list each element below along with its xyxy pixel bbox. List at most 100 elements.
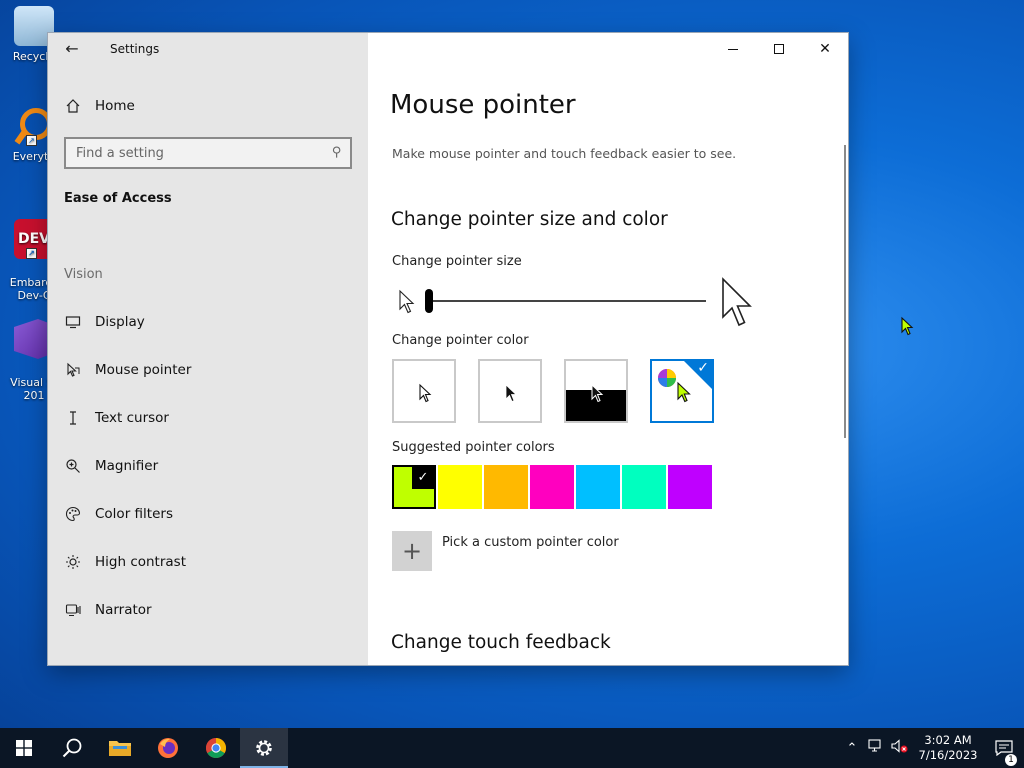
sidebar-item-home[interactable]: Home — [48, 86, 368, 126]
add-custom-color-button[interactable]: + — [392, 531, 432, 571]
clock[interactable]: 3:02 AM 7/16/2023 — [912, 733, 984, 763]
sidebar-item-high-contrast[interactable]: High contrast — [48, 542, 368, 582]
chevron-up-icon[interactable]: ⌃ — [840, 741, 864, 756]
palette-icon — [64, 505, 82, 523]
text-cursor-icon — [64, 409, 82, 427]
sidebar: ← Settings Home ⚲ Ease of Access Vision … — [48, 33, 368, 665]
sidebar-item-label: Mouse pointer — [95, 362, 192, 378]
sidebar-item-magnifier[interactable]: Magnifier — [48, 446, 368, 486]
shortcut-arrow-icon: ↗ — [26, 135, 37, 146]
color-wheel-icon — [658, 369, 676, 387]
shortcut-arrow-icon: ↗ — [26, 248, 37, 259]
pointer-size-label: Change pointer size — [392, 254, 522, 269]
gear-icon — [256, 740, 272, 756]
small-pointer-icon — [399, 289, 415, 314]
system-tray: ⌃ 3:02 AM 7/16/2023 1 — [840, 728, 1024, 768]
magnifier-icon — [64, 457, 82, 475]
narrator-icon — [64, 601, 82, 619]
section-title: Ease of Access — [64, 191, 172, 206]
search-icon — [62, 738, 82, 758]
group-label-vision: Vision — [64, 267, 103, 282]
suggested-color-swatch[interactable] — [530, 465, 574, 509]
chrome-icon — [206, 738, 226, 758]
maximize-icon — [774, 44, 784, 54]
suggested-color-swatch[interactable]: ✓ — [392, 465, 436, 509]
start-button[interactable] — [0, 728, 48, 768]
home-icon — [64, 97, 82, 115]
pointer-size-slider-track[interactable] — [426, 300, 706, 302]
page-title: Mouse pointer — [390, 90, 576, 120]
black-pointer-icon — [505, 384, 518, 403]
maximize-button[interactable] — [756, 33, 802, 65]
taskbar-settings[interactable] — [240, 728, 288, 768]
suggested-color-swatch[interactable] — [576, 465, 620, 509]
desktop-mouse-cursor — [901, 316, 914, 336]
close-button[interactable]: ✕ — [802, 33, 848, 65]
pointer-color-custom[interactable]: ✓ — [650, 359, 714, 423]
suggested-color-swatch[interactable] — [622, 465, 666, 509]
firefox-icon — [158, 738, 178, 758]
sidebar-item-label: High contrast — [95, 554, 186, 570]
content-pane: ✕ Mouse pointer Make mouse pointer and t… — [368, 33, 848, 665]
white-pointer-icon — [419, 383, 432, 403]
suggested-color-swatch[interactable] — [668, 465, 712, 509]
sidebar-item-display[interactable]: Display — [48, 302, 368, 342]
app-title: Settings — [110, 42, 160, 56]
sidebar-item-label: Home — [95, 98, 135, 114]
large-pointer-icon — [722, 277, 752, 327]
sidebar-item-label: Display — [95, 314, 145, 330]
close-icon: ✕ — [819, 41, 831, 57]
sidebar-item-narrator[interactable]: Narrator — [48, 590, 368, 630]
sidebar-item-label: Narrator — [95, 602, 152, 618]
search-box[interactable]: ⚲ — [64, 137, 352, 169]
suggested-color-swatch[interactable] — [484, 465, 528, 509]
plus-icon: + — [401, 537, 423, 565]
checkmark-icon: ✓ — [412, 467, 434, 489]
suggested-colors-label: Suggested pointer colors — [392, 440, 555, 455]
settings-window: ← Settings Home ⚲ Ease of Access Vision … — [48, 33, 848, 665]
sidebar-item-text-cursor[interactable]: Text cursor — [48, 398, 368, 438]
suggested-color-swatches: ✓ — [392, 465, 714, 509]
taskbar-search-button[interactable] — [48, 728, 96, 768]
back-button[interactable]: ← — [60, 39, 84, 59]
search-input[interactable] — [66, 139, 306, 167]
suggested-color-swatch[interactable] — [438, 465, 482, 509]
pointer-size-slider-thumb[interactable] — [425, 289, 433, 313]
pointer-color-black[interactable] — [478, 359, 542, 423]
folder-icon — [109, 741, 131, 756]
minimize-button[interactable] — [710, 33, 756, 65]
caption-buttons: ✕ — [710, 33, 848, 65]
monitor-icon — [64, 313, 82, 331]
volume-muted-icon[interactable] — [888, 739, 912, 757]
scrollbar[interactable] — [844, 145, 846, 438]
action-center-button[interactable]: 1 — [984, 740, 1024, 766]
clock-time: 3:02 AM — [924, 733, 972, 747]
pointer-color-inverted[interactable] — [564, 359, 628, 423]
titlebar: ← Settings — [48, 33, 368, 65]
notification-badge: 1 — [1005, 754, 1017, 766]
pointer-icon — [64, 361, 82, 379]
sidebar-item-label: Text cursor — [95, 410, 169, 426]
section-title-touch-feedback: Change touch feedback — [391, 632, 611, 653]
taskbar-file-explorer[interactable] — [96, 728, 144, 768]
search-icon[interactable]: ⚲ — [332, 145, 342, 160]
taskbar-firefox[interactable] — [144, 728, 192, 768]
sidebar-item-mouse-pointer[interactable]: Mouse pointer — [48, 350, 368, 390]
section-title-size-color: Change pointer size and color — [391, 209, 668, 230]
sidebar-item-label: Color filters — [95, 506, 173, 522]
pointer-color-white[interactable] — [392, 359, 456, 423]
windows-logo-icon — [16, 740, 32, 756]
custom-color-label[interactable]: Pick a custom pointer color — [442, 535, 619, 550]
sidebar-item-label: Magnifier — [95, 458, 159, 474]
taskbar: ⌃ 3:02 AM 7/16/2023 1 — [0, 728, 1024, 768]
taskbar-chrome[interactable] — [192, 728, 240, 768]
sun-icon — [64, 553, 82, 571]
inverted-pointer-icon — [591, 383, 604, 403]
back-arrow-icon: ← — [65, 39, 79, 58]
minimize-icon — [728, 48, 738, 50]
pointer-color-label: Change pointer color — [392, 333, 529, 348]
network-icon[interactable] — [864, 739, 888, 757]
checkmark-icon: ✓ — [697, 360, 709, 376]
sidebar-item-color-filters[interactable]: Color filters — [48, 494, 368, 534]
clock-date: 7/16/2023 — [918, 748, 978, 762]
